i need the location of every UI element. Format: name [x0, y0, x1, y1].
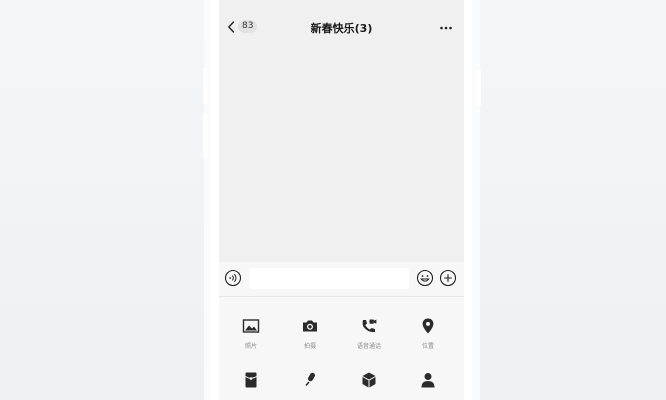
message-input[interactable]: [249, 268, 409, 289]
panel-item-camera[interactable]: 拍摄: [280, 317, 340, 351]
panel-item-box[interactable]: [339, 371, 399, 397]
more-functions-panel: 照片 拍摄 语音通话 位置: [219, 296, 464, 400]
panel-item-label: 位置: [421, 343, 434, 350]
panel-item-contact-card[interactable]: [398, 371, 458, 397]
back-button[interactable]: 83: [227, 20, 258, 33]
phone-side-button: [203, 114, 208, 158]
phone-frame-right-edge: [472, 0, 480, 400]
panel-item-label: 照片: [244, 343, 257, 350]
phone-side-button: [203, 68, 208, 104]
image-icon: [242, 319, 260, 333]
red-packet-icon: [245, 372, 257, 388]
voice-input-icon[interactable]: [224, 269, 242, 287]
location-pin-icon: [422, 318, 434, 334]
chat-header: 83 新春快乐(3): [219, 0, 464, 48]
panel-item-location[interactable]: 位置: [398, 317, 458, 351]
phone-video-icon: [362, 319, 377, 333]
more-options-icon[interactable]: [438, 20, 454, 36]
unread-count-badge: 83: [238, 20, 258, 33]
phone-frame: 83 新春快乐(3) 照片 拍摄 语音通话 位置: [210, 0, 472, 400]
left-background: [0, 0, 210, 400]
phone-side-button: [476, 70, 481, 106]
panel-item-label: 拍摄: [303, 343, 316, 350]
chevron-left-icon: [228, 20, 235, 33]
right-background: [474, 0, 666, 400]
panel-item-photos[interactable]: 照片: [221, 317, 281, 351]
person-icon: [421, 373, 435, 388]
chat-screen: 83 新春快乐(3) 照片 拍摄 语音通话 位置: [219, 0, 464, 400]
input-bar: [219, 262, 464, 296]
panel-item-voice-input[interactable]: [280, 371, 340, 397]
microphone-icon: [305, 372, 315, 386]
message-list[interactable]: [219, 48, 464, 262]
panel-item-label: 语音通话: [356, 343, 381, 350]
emoji-icon[interactable]: [416, 269, 434, 287]
camera-icon: [303, 320, 317, 332]
panel-item-red-packet[interactable]: [221, 371, 281, 397]
box-icon: [362, 372, 376, 388]
plus-icon[interactable]: [439, 269, 457, 287]
panel-item-voice-call[interactable]: 语音通话: [339, 317, 399, 351]
